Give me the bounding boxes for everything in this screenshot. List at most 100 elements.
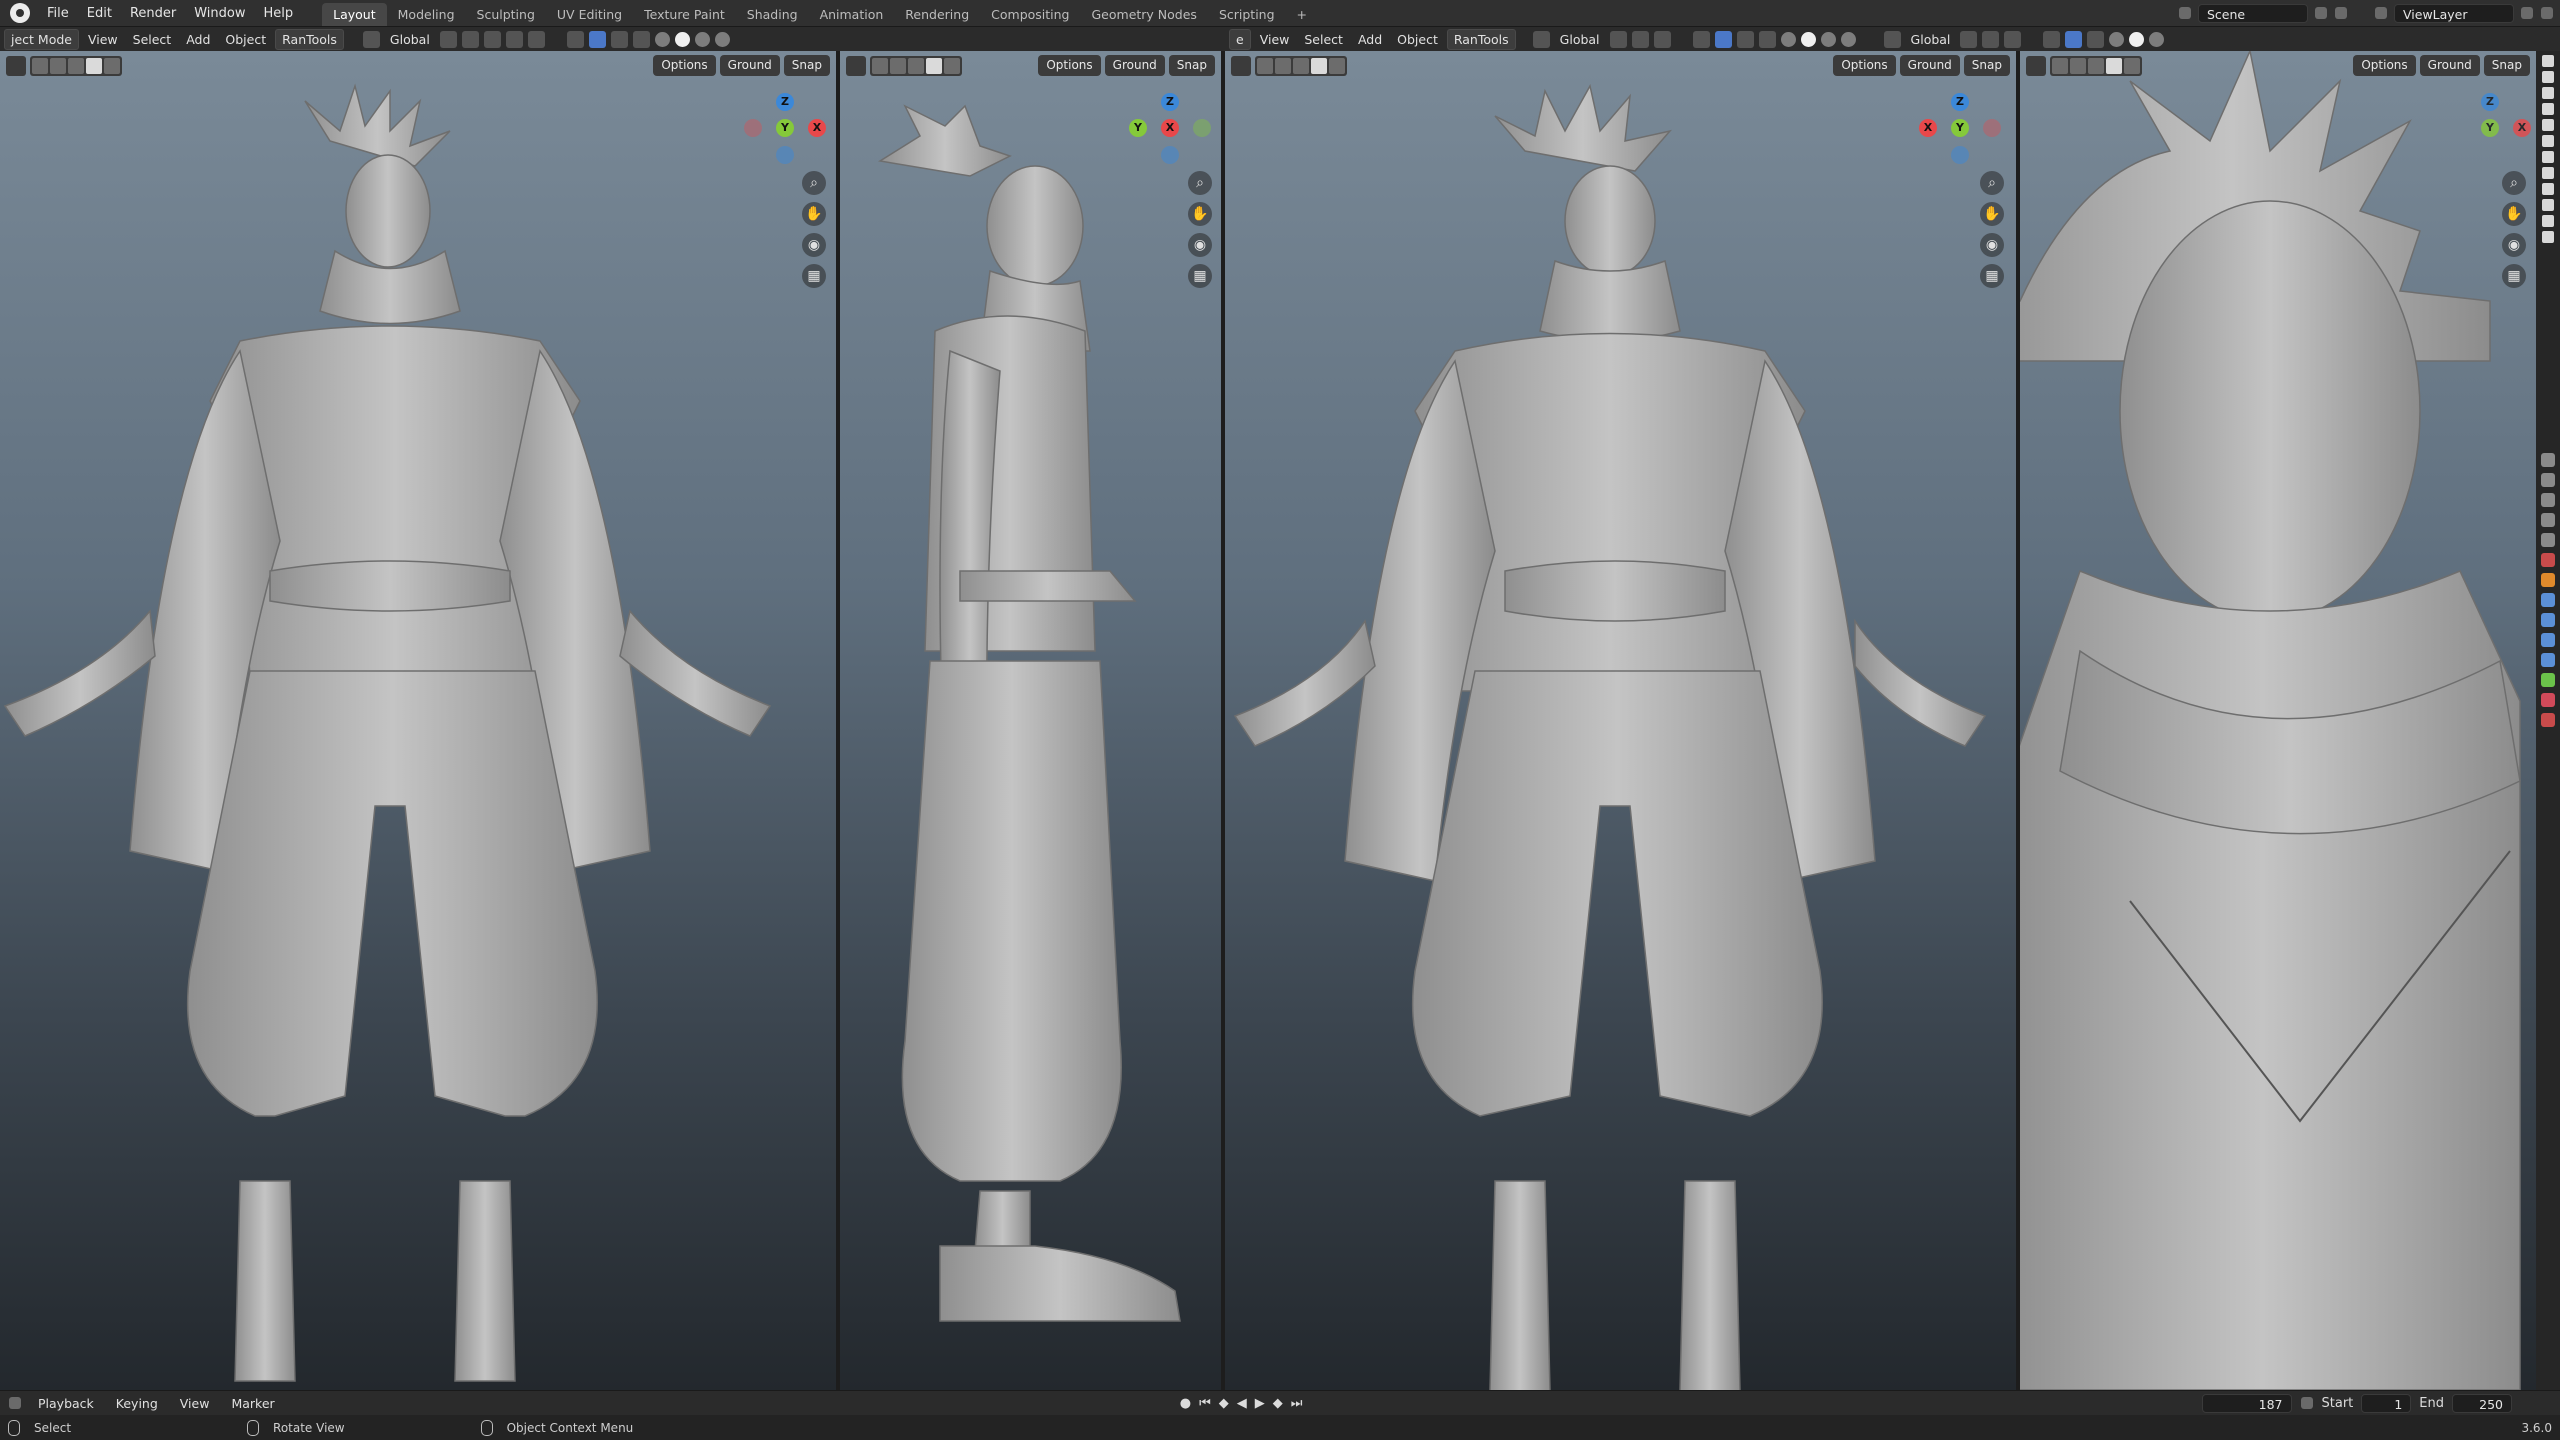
render-visibility-icon[interactable]: [2542, 87, 2554, 99]
record-icon[interactable]: ●: [1180, 1396, 1191, 1411]
snap-icon[interactable]: [1982, 30, 2000, 48]
data-properties-icon[interactable]: [2541, 673, 2555, 687]
solid-shading-icon[interactable]: [674, 31, 690, 47]
snap-icon[interactable]: [461, 30, 479, 48]
gizmo-z-axis[interactable]: Z: [2481, 93, 2499, 111]
play-icon[interactable]: ▶: [1255, 1396, 1265, 1411]
render-visibility-icon[interactable]: [2542, 199, 2554, 211]
render-visibility-icon[interactable]: [2542, 215, 2554, 227]
output-properties-icon[interactable]: [2541, 493, 2555, 507]
new-view-layer-icon[interactable]: [2521, 7, 2533, 19]
menu-render[interactable]: Render: [121, 0, 185, 27]
render-visibility-icon[interactable]: [2542, 231, 2554, 243]
tab-texture-paint[interactable]: Texture Paint: [633, 3, 736, 26]
render-visibility-icon[interactable]: [2542, 183, 2554, 195]
viewport-closeup[interactable]: Options Ground Snap Z Y X ⌕ ✋ ◉ ▦: [2020, 51, 2536, 1390]
xray-icon[interactable]: [1758, 30, 1776, 48]
ortho-grid-icon[interactable]: ▦: [2502, 264, 2526, 288]
tab-uv-editing[interactable]: UV Editing: [546, 3, 633, 26]
wireframe-shading-icon[interactable]: [654, 31, 670, 47]
delete-view-layer-icon[interactable]: [2541, 7, 2553, 19]
texture-properties-icon[interactable]: [2541, 713, 2555, 727]
transform-orientation-selector[interactable]: Global: [384, 30, 436, 49]
proportional-edit-icon[interactable]: [505, 30, 523, 48]
menu-object-3[interactable]: Object: [1391, 30, 1444, 49]
wireframe-shading-icon[interactable]: [1780, 31, 1796, 47]
tab-sculpting[interactable]: Sculpting: [466, 3, 546, 26]
menu-view-timeline[interactable]: View: [174, 1394, 216, 1413]
render-visibility-icon[interactable]: [2542, 151, 2554, 163]
menu-view-3[interactable]: View: [1254, 30, 1296, 49]
camera-view-icon[interactable]: ◉: [2502, 233, 2526, 257]
menu-select-3[interactable]: Select: [1298, 30, 1349, 49]
transform-orientation-selector-4[interactable]: Global: [1905, 30, 1957, 49]
object-properties-icon[interactable]: [2541, 573, 2555, 587]
material-shading-icon[interactable]: [2149, 31, 2165, 47]
wireframe-shading-icon[interactable]: [2109, 31, 2125, 47]
pivot-icon[interactable]: [1960, 30, 1978, 48]
proportional-edit-icon[interactable]: [2004, 30, 2022, 48]
menu-window[interactable]: Window: [185, 0, 254, 27]
jump-end-icon[interactable]: ⏭: [1291, 1396, 1303, 1411]
proportional-edit-icon[interactable]: [1653, 30, 1671, 48]
render-visibility-icon[interactable]: [2542, 167, 2554, 179]
mode-selector[interactable]: ject Mode: [4, 28, 79, 50]
viewport-side[interactable]: Options Ground Snap Z Y X ⌕ ✋ ◉ ▦: [840, 51, 1221, 1390]
tab-shading[interactable]: Shading: [736, 3, 809, 26]
menu-marker[interactable]: Marker: [225, 1394, 280, 1413]
render-visibility-icon[interactable]: [2542, 119, 2554, 131]
play-reverse-icon[interactable]: ◀: [1237, 1396, 1247, 1411]
next-keyframe-icon[interactable]: ◆: [1273, 1396, 1283, 1411]
view-layer-selector[interactable]: ViewLayer: [2394, 3, 2514, 23]
jump-start-icon[interactable]: ⏮: [1199, 1396, 1211, 1411]
render-visibility-icon[interactable]: [2542, 135, 2554, 147]
render-visibility-icon[interactable]: [2542, 103, 2554, 115]
prev-keyframe-icon[interactable]: ◆: [1219, 1396, 1229, 1411]
menu-help[interactable]: Help: [255, 0, 303, 27]
render-visibility-icon[interactable]: [2542, 55, 2554, 67]
pivot-icon[interactable]: [1609, 30, 1627, 48]
gizmo-toggle-icon[interactable]: [588, 30, 606, 48]
menu-select[interactable]: Select: [127, 30, 178, 49]
blender-logo-icon[interactable]: [10, 3, 30, 23]
overlay-icon[interactable]: [2087, 30, 2105, 48]
current-frame-field[interactable]: 187: [2201, 1393, 2292, 1413]
visibility-icon[interactable]: [566, 30, 584, 48]
gizmo-toggle-icon[interactable]: [2065, 30, 2083, 48]
world-properties-icon[interactable]: [2541, 553, 2555, 567]
gizmo-y-axis[interactable]: Y: [2481, 119, 2499, 137]
scene-properties-icon[interactable]: [2541, 533, 2555, 547]
render-visibility-icon[interactable]: [2542, 71, 2554, 83]
zoom-icon[interactable]: ⌕: [2502, 171, 2526, 195]
material-properties-icon[interactable]: [2541, 693, 2555, 707]
mode-selector-3[interactable]: e: [1229, 28, 1251, 50]
pivot-icon[interactable]: [439, 30, 457, 48]
delete-scene-icon[interactable]: [2335, 7, 2347, 19]
constraints-properties-icon[interactable]: [2541, 653, 2555, 667]
tab-modeling[interactable]: Modeling: [387, 3, 466, 26]
overlay-icon[interactable]: [610, 30, 628, 48]
particles-properties-icon[interactable]: [2541, 613, 2555, 627]
visibility-icon[interactable]: [1692, 30, 1710, 48]
editor-type-clock-icon[interactable]: [9, 1397, 21, 1409]
menu-keying[interactable]: Keying: [110, 1394, 164, 1413]
add-workspace-button[interactable]: +: [1286, 3, 1318, 26]
rendered-shading-icon[interactable]: [714, 31, 730, 47]
transform-orientation-selector-3[interactable]: Global: [1554, 30, 1606, 49]
solid-shading-icon[interactable]: [1800, 31, 1816, 47]
scene-selector[interactable]: Scene: [2198, 3, 2308, 23]
viewport-back[interactable]: Options Ground Snap Z Y X ⌕ ✋ ◉ ▦: [1225, 51, 2016, 1390]
new-scene-icon[interactable]: [2315, 7, 2327, 19]
falloff-icon[interactable]: [527, 30, 545, 48]
menu-playback[interactable]: Playback: [32, 1394, 100, 1413]
visibility-icon[interactable]: [2043, 30, 2061, 48]
pan-hand-icon[interactable]: ✋: [2502, 202, 2526, 226]
end-frame-field[interactable]: 250: [2452, 1393, 2512, 1413]
xray-icon[interactable]: [632, 30, 650, 48]
menu-rantools[interactable]: RanTools: [275, 28, 344, 50]
view-layer-properties-icon[interactable]: [2541, 513, 2555, 527]
menu-edit[interactable]: Edit: [78, 0, 121, 27]
tab-rendering[interactable]: Rendering: [894, 3, 980, 26]
gizmo-toggle-icon[interactable]: [1714, 30, 1732, 48]
rendered-shading-icon[interactable]: [1840, 31, 1856, 47]
